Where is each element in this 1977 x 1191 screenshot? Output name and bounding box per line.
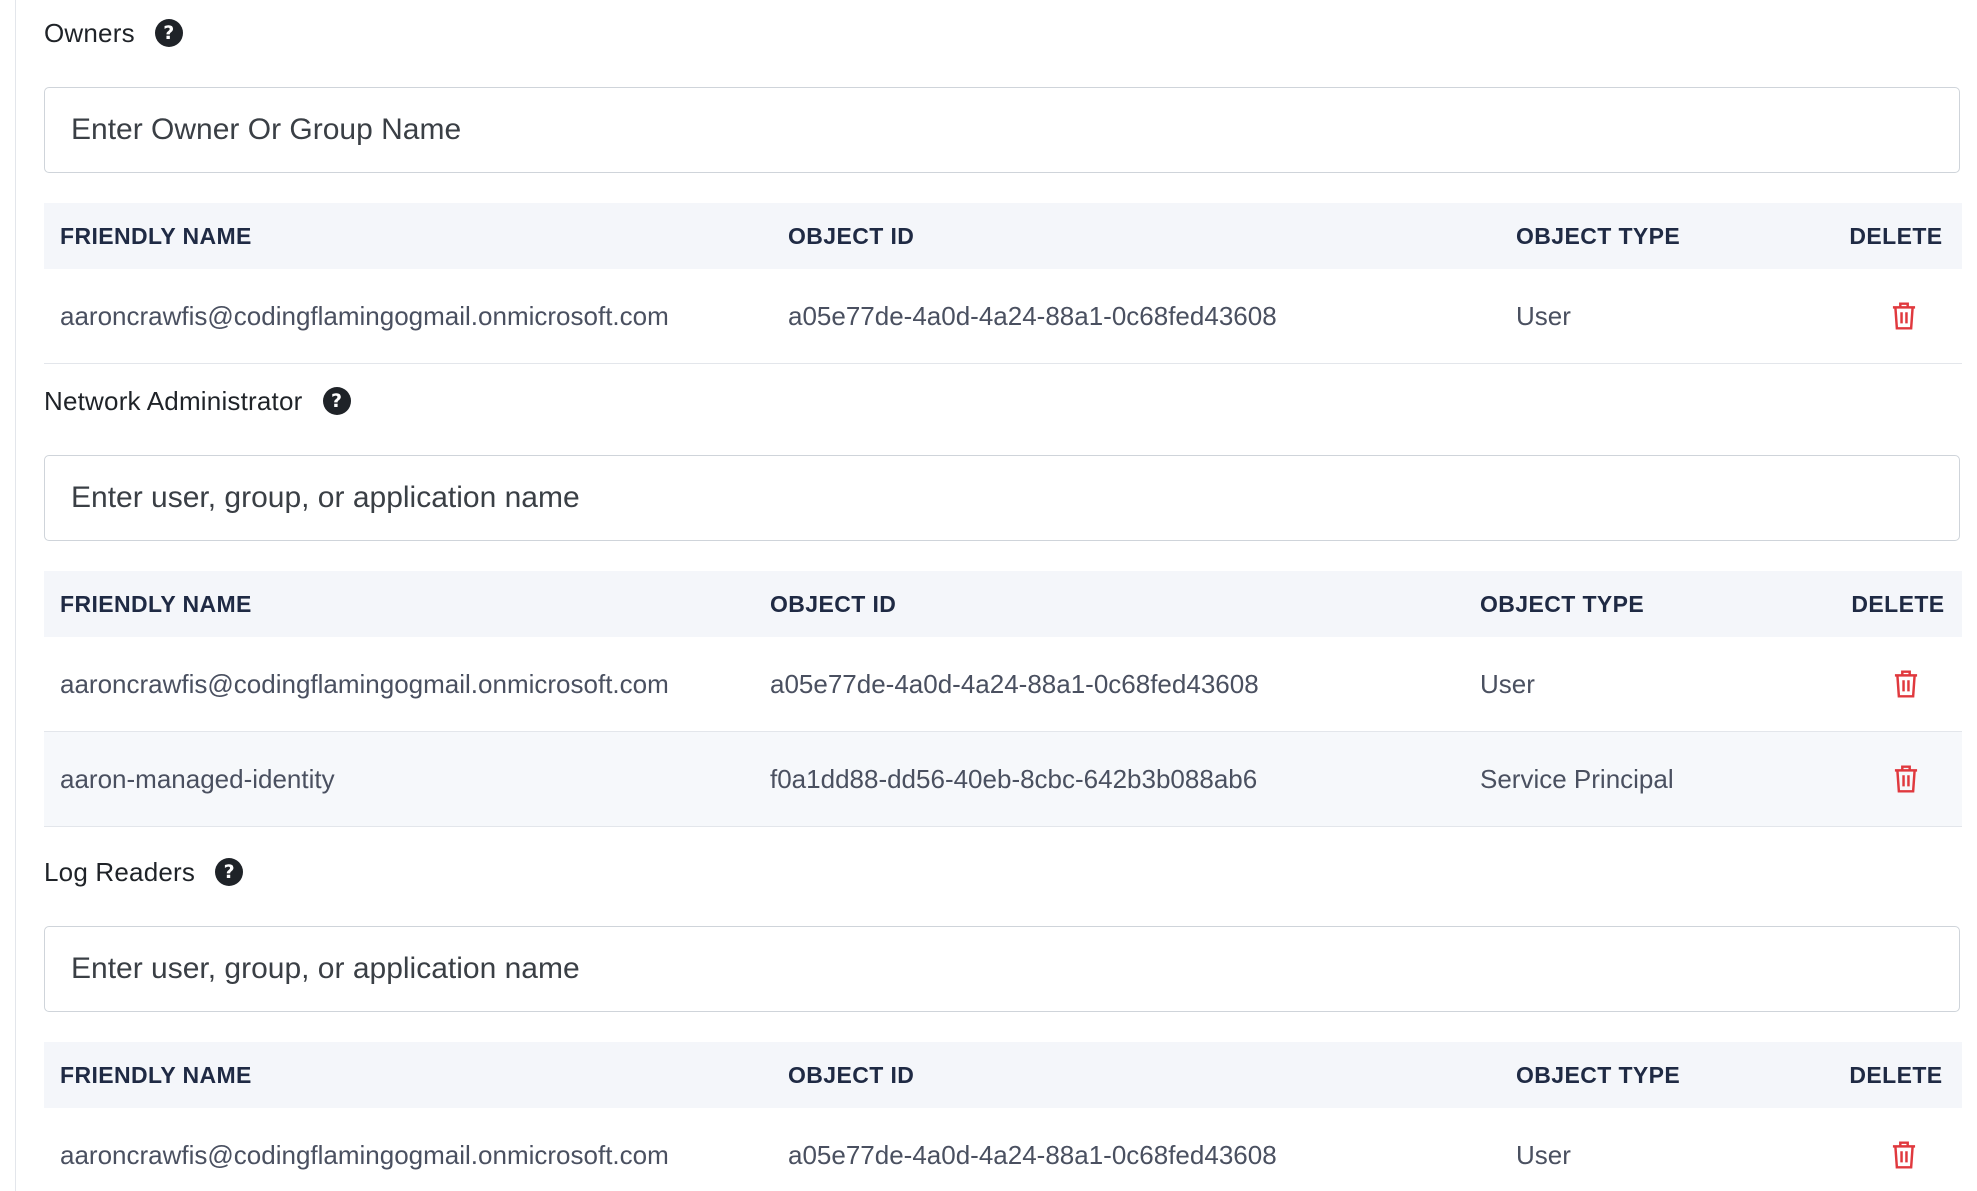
owner-search-input[interactable] <box>44 87 1960 173</box>
column-header-object-type[interactable]: OBJECT TYPE <box>1464 591 1834 618</box>
table-row: aaron-managed-identity f0a1dd88-dd56-40e… <box>44 732 1962 827</box>
log-readers-header: Log Readers ? <box>44 852 1960 892</box>
table-header: FRIENDLY NAME OBJECT ID OBJECT TYPE DELE… <box>44 571 1962 637</box>
friendly-name-cell: aaroncrawfis@codingflamingogmail.onmicro… <box>60 300 669 331</box>
help-icon[interactable]: ? <box>215 858 244 886</box>
owners-header: Owners ? <box>44 13 1960 53</box>
column-header-object-type[interactable]: OBJECT TYPE <box>1500 1062 1830 1089</box>
trash-icon[interactable] <box>1889 1139 1919 1171</box>
permissions-page: Owners ? FRIENDLY NAME OBJECT ID OBJECT … <box>0 0 1977 1191</box>
table-header: FRIENDLY NAME OBJECT ID OBJECT TYPE DELE… <box>44 203 1962 269</box>
trash-icon[interactable] <box>1891 668 1921 700</box>
table-row: aaroncrawfis@codingflamingogmail.onmicro… <box>44 637 1962 732</box>
object-id-cell: a05e77de-4a0d-4a24-88a1-0c68fed43608 <box>788 1139 1277 1170</box>
section-title: Log Readers <box>44 856 196 887</box>
object-id-cell: a05e77de-4a0d-4a24-88a1-0c68fed43608 <box>770 668 1259 699</box>
object-type-cell: User <box>1480 668 1535 699</box>
object-type-cell: User <box>1516 300 1571 331</box>
section-title: Network Administrator <box>44 385 303 416</box>
friendly-name-cell: aaron-managed-identity <box>60 763 335 794</box>
friendly-name-cell: aaroncrawfis@codingflamingogmail.onmicro… <box>60 668 669 699</box>
network-administrator-header: Network Administrator ? <box>44 381 1960 421</box>
owners-table: FRIENDLY NAME OBJECT ID OBJECT TYPE DELE… <box>44 203 1962 364</box>
column-header-friendly-name[interactable]: FRIENDLY NAME <box>44 591 754 618</box>
column-header-object-id[interactable]: OBJECT ID <box>772 223 1500 250</box>
column-header-object-id[interactable]: OBJECT ID <box>754 591 1464 618</box>
delete-cell <box>1834 763 1962 795</box>
owners-section: Owners ? FRIENDLY NAME OBJECT ID OBJECT … <box>44 13 1962 364</box>
trash-icon[interactable] <box>1889 300 1919 332</box>
log-readers-search-input[interactable] <box>44 926 1960 1012</box>
network-admin-search-input[interactable] <box>44 455 1960 541</box>
column-header-friendly-name[interactable]: FRIENDLY NAME <box>44 1062 772 1089</box>
table-row: aaroncrawfis@codingflamingogmail.onmicro… <box>44 1108 1962 1191</box>
left-divider <box>15 0 16 1191</box>
delete-cell <box>1834 668 1962 700</box>
section-title: Owners <box>44 17 135 48</box>
help-icon[interactable]: ? <box>322 387 351 415</box>
network-administrator-section: Network Administrator ? FRIENDLY NAME OB… <box>44 381 1962 827</box>
network-administrator-table: FRIENDLY NAME OBJECT ID OBJECT TYPE DELE… <box>44 571 1962 827</box>
column-header-object-id[interactable]: OBJECT ID <box>772 1062 1500 1089</box>
object-type-cell: User <box>1516 1139 1571 1170</box>
trash-icon[interactable] <box>1891 763 1921 795</box>
object-id-cell: f0a1dd88-dd56-40eb-8cbc-642b3b088ab6 <box>770 763 1258 794</box>
column-header-friendly-name[interactable]: FRIENDLY NAME <box>44 223 772 250</box>
column-header-delete: DELETE <box>1849 1061 1943 1088</box>
column-header-delete: DELETE <box>1851 590 1945 617</box>
table-row: aaroncrawfis@codingflamingogmail.onmicro… <box>44 269 1962 364</box>
friendly-name-cell: aaroncrawfis@codingflamingogmail.onmicro… <box>60 1139 669 1170</box>
column-header-delete: DELETE <box>1849 222 1943 249</box>
log-readers-table: FRIENDLY NAME OBJECT ID OBJECT TYPE DELE… <box>44 1042 1962 1191</box>
table-header: FRIENDLY NAME OBJECT ID OBJECT TYPE DELE… <box>44 1042 1962 1108</box>
column-header-object-type[interactable]: OBJECT TYPE <box>1500 223 1830 250</box>
object-type-cell: Service Principal <box>1480 763 1674 794</box>
object-id-cell: a05e77de-4a0d-4a24-88a1-0c68fed43608 <box>788 300 1277 331</box>
delete-cell <box>1830 300 1962 332</box>
log-readers-section: Log Readers ? FRIENDLY NAME OBJECT ID OB… <box>44 852 1962 1191</box>
delete-cell <box>1830 1139 1962 1171</box>
help-icon[interactable]: ? <box>154 19 183 47</box>
